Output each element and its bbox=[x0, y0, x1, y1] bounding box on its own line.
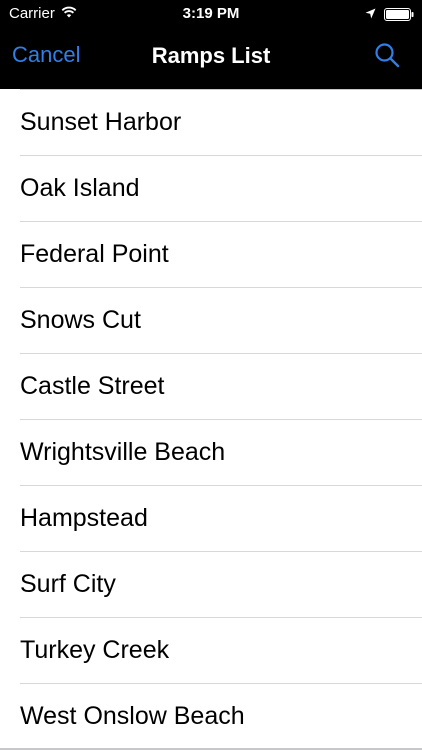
page-title: Ramps List bbox=[151, 43, 271, 68]
battery-icon bbox=[384, 8, 414, 21]
list-item-ramp[interactable]: Snows Cut bbox=[0, 288, 422, 354]
ramp-name: Turkey Creek bbox=[20, 636, 170, 664]
ramp-name: Surf City bbox=[20, 570, 116, 598]
ramp-name: Snows Cut bbox=[20, 306, 141, 334]
ramp-name: Castle Street bbox=[20, 372, 165, 400]
ramp-name: Sunset Harbor bbox=[20, 108, 182, 136]
ramp-name: Wrightsville Beach bbox=[20, 438, 226, 466]
navigation-bar: Cancel Ramps List bbox=[0, 30, 422, 89]
ramp-name: Hampstead bbox=[20, 504, 148, 532]
top-bar: Carrier 3:19 PM Cancel Ramps List bbox=[0, 0, 422, 89]
list-item-ramp[interactable]: Castle Street bbox=[0, 354, 422, 420]
screen: Carrier 3:19 PM Cancel Ramps List Sunset… bbox=[0, 0, 422, 750]
list-item-ramp[interactable]: Wrightsville Beach bbox=[0, 420, 422, 486]
ramp-name: Oak Island bbox=[20, 174, 140, 202]
ramp-name: Federal Point bbox=[20, 240, 169, 268]
list-item-ramp[interactable]: West Onslow Beach bbox=[0, 684, 422, 750]
ramps-list: Sunset Harbor Oak Island Federal Point S… bbox=[0, 89, 422, 750]
list-item-ramp[interactable]: Sunset Harbor bbox=[0, 90, 422, 156]
status-right bbox=[365, 6, 414, 23]
list-item-ramp[interactable]: Surf City bbox=[0, 552, 422, 618]
ramp-name: West Onslow Beach bbox=[20, 702, 245, 730]
list-item-ramp[interactable]: Hampstead bbox=[0, 486, 422, 552]
list-item-ramp[interactable]: Turkey Creek bbox=[0, 618, 422, 684]
list-item-ramp[interactable]: Oak Island bbox=[0, 156, 422, 222]
search-icon[interactable] bbox=[374, 42, 400, 68]
location-arrow-icon bbox=[365, 6, 376, 23]
status-bar: Carrier 3:19 PM bbox=[0, 0, 422, 30]
list-item-ramp[interactable]: Federal Point bbox=[0, 222, 422, 288]
status-time: 3:19 PM bbox=[182, 5, 240, 22]
